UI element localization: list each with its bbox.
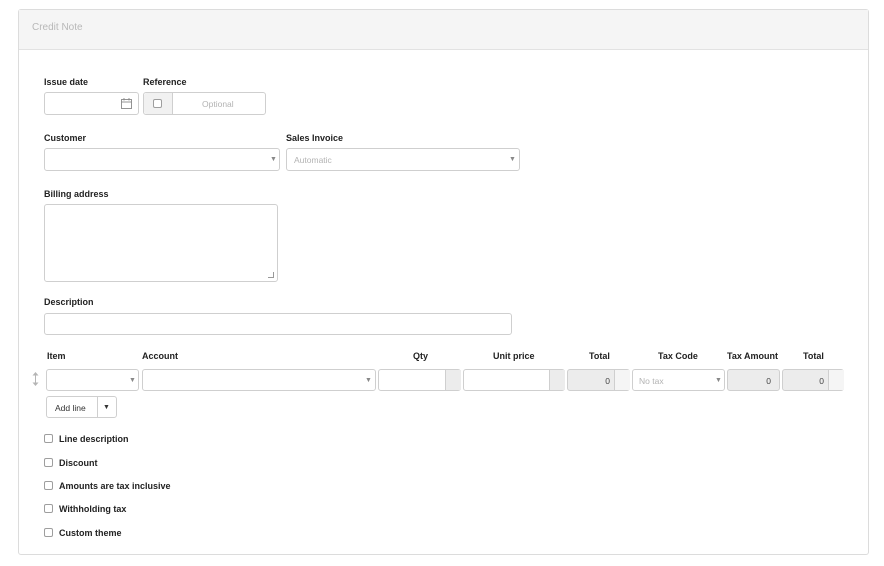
issue-date-input[interactable] xyxy=(44,92,139,115)
reference-field: Optional xyxy=(143,92,266,115)
resize-grip-icon[interactable] xyxy=(268,272,274,278)
line-account-select[interactable]: ▼ xyxy=(142,369,376,391)
add-line-divider xyxy=(97,397,98,417)
add-line-button-group: Add line ▼ xyxy=(46,396,117,418)
col-header-account: Account xyxy=(142,351,178,361)
chevron-down-icon: ▼ xyxy=(509,156,516,163)
billing-address-label: Billing address xyxy=(44,189,109,199)
reference-input[interactable]: Optional xyxy=(202,99,234,109)
line-tax-code-select[interactable]: No tax ▼ xyxy=(632,369,725,391)
total-2-addon xyxy=(828,370,844,390)
issue-date-label: Issue date xyxy=(44,77,89,87)
chevron-down-icon: ▼ xyxy=(365,377,372,384)
chevron-down-icon: ▼ xyxy=(715,377,722,384)
col-header-total: Total xyxy=(589,351,610,361)
chevron-down-icon[interactable]: ▼ xyxy=(103,404,110,411)
tax-amount-value: 0 xyxy=(766,376,771,386)
custom-theme-checkbox[interactable] xyxy=(44,528,53,537)
line-item-select[interactable]: ▼ xyxy=(46,369,139,391)
line-total-2-field: 0 xyxy=(782,369,844,391)
line-description-checkbox[interactable] xyxy=(44,434,53,443)
tax-inclusive-label: Amounts are tax inclusive xyxy=(59,481,171,491)
reference-label: Reference xyxy=(143,77,187,87)
description-label: Description xyxy=(44,297,94,307)
description-input[interactable] xyxy=(44,313,512,335)
withholding-tax-label: Withholding tax xyxy=(59,504,127,514)
col-header-unit-price: Unit price xyxy=(493,351,535,361)
panel-header: Credit Note xyxy=(19,10,868,50)
tax-inclusive-checkbox[interactable] xyxy=(44,481,53,490)
line-total-field: 0 xyxy=(567,369,630,391)
billing-address-textarea[interactable] xyxy=(44,204,278,282)
tax-code-value: No tax xyxy=(639,376,664,386)
page-title: Credit Note xyxy=(32,22,83,33)
col-header-total-2: Total xyxy=(803,351,824,361)
custom-theme-label: Custom theme xyxy=(59,528,122,538)
discount-checkbox[interactable] xyxy=(44,458,53,467)
line-tax-amount-field: 0 xyxy=(727,369,780,391)
line-description-label: Line description xyxy=(59,434,129,444)
col-header-tax-code: Tax Code xyxy=(658,351,698,361)
customer-label: Customer xyxy=(44,133,87,143)
sales-invoice-label: Sales Invoice xyxy=(286,133,344,143)
col-header-qty: Qty xyxy=(413,351,429,361)
chevron-down-icon: ▼ xyxy=(270,156,277,163)
total-2-value: 0 xyxy=(819,376,824,386)
col-header-tax-amount: Tax Amount xyxy=(727,351,778,361)
credit-note-panel: Credit Note xyxy=(18,9,869,555)
sales-invoice-select[interactable]: Automatic ▼ xyxy=(286,148,520,171)
reference-checkbox[interactable] xyxy=(153,99,162,108)
line-unit-price-input[interactable] xyxy=(463,369,565,391)
calendar-icon[interactable] xyxy=(121,98,132,109)
sales-invoice-value: Automatic xyxy=(294,155,332,165)
reference-checkbox-addon xyxy=(144,93,173,114)
chevron-down-icon: ▼ xyxy=(129,377,136,384)
unit-price-addon xyxy=(549,370,565,390)
withholding-tax-checkbox[interactable] xyxy=(44,504,53,513)
customer-select[interactable]: ▼ xyxy=(44,148,280,171)
line-total-value: 0 xyxy=(605,376,610,386)
drag-handle-icon[interactable] xyxy=(32,372,39,386)
line-qty-input[interactable] xyxy=(378,369,461,391)
col-header-item: Item xyxy=(47,351,66,361)
qty-addon xyxy=(445,370,461,390)
total-addon xyxy=(614,370,630,390)
discount-label: Discount xyxy=(59,458,98,468)
add-line-button[interactable]: Add line xyxy=(55,403,86,413)
